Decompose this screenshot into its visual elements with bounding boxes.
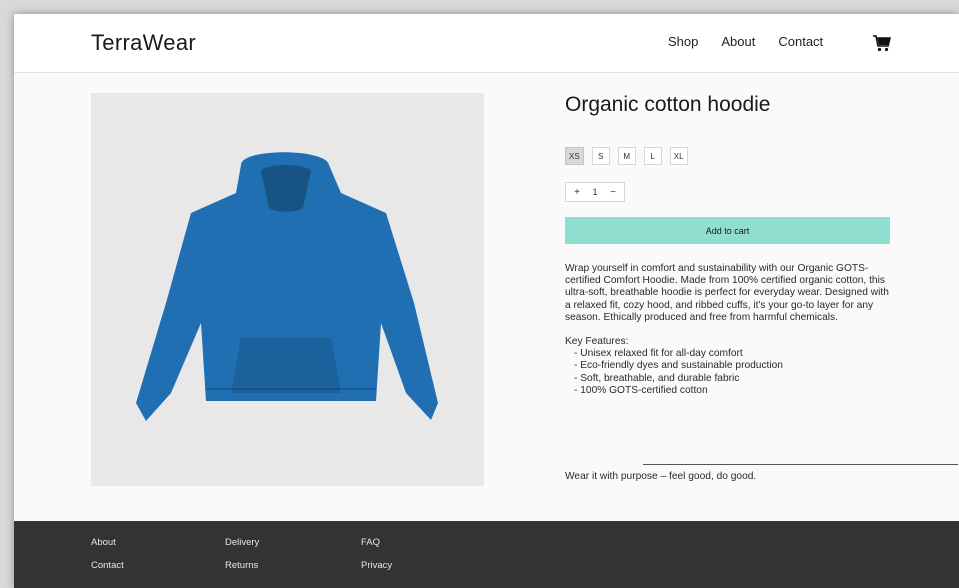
quantity-value[interactable]: 1 (588, 183, 602, 201)
product-tagline: Wear it with purpose – feel good, do goo… (565, 471, 757, 482)
site-logo[interactable]: TerraWear (91, 30, 196, 56)
product-section: Organic cotton hoodie XS S M L XL + 1 − … (14, 73, 959, 521)
description-text: Wrap yourself in comfort and sustainabil… (565, 263, 889, 323)
quantity-increment-button[interactable]: + (566, 183, 588, 201)
feature-item: Eco-friendly dyes and sustainable produc… (574, 360, 895, 372)
browser-page: TerraWear Shop About Contact Organic cot… (14, 14, 959, 588)
size-selector: XS S M L XL (565, 147, 696, 165)
divider-line (643, 464, 958, 465)
footer-link-faq[interactable]: FAQ (361, 537, 380, 548)
nav-contact[interactable]: Contact (778, 34, 823, 49)
features-list: Unisex relaxed fit for all-day comfort E… (565, 348, 895, 397)
size-option-s[interactable]: S (591, 147, 610, 165)
quantity-stepper: + 1 − (565, 182, 625, 202)
shopping-cart-icon[interactable] (873, 34, 891, 52)
product-title: Organic cotton hoodie (565, 93, 771, 116)
quantity-decrement-button[interactable]: − (602, 183, 624, 201)
product-description: Wrap yourself in comfort and sustainabil… (565, 263, 895, 397)
nav-about[interactable]: About (721, 34, 755, 49)
size-option-xl[interactable]: XL (669, 147, 688, 165)
feature-item: Unisex relaxed fit for all-day comfort (574, 348, 895, 360)
site-header: TerraWear Shop About Contact (14, 14, 959, 73)
footer-link-returns[interactable]: Returns (225, 560, 258, 571)
footer-link-contact[interactable]: Contact (91, 560, 124, 571)
main-nav: Shop About Contact (668, 34, 846, 49)
size-option-l[interactable]: L (643, 147, 662, 165)
nav-shop[interactable]: Shop (668, 34, 698, 49)
footer-link-privacy[interactable]: Privacy (361, 560, 392, 571)
site-footer: About Contact Delivery Returns FAQ Priva… (14, 521, 959, 588)
feature-item: Soft, breathable, and durable fabric (574, 373, 895, 385)
footer-link-about[interactable]: About (91, 537, 116, 548)
footer-link-delivery[interactable]: Delivery (225, 537, 259, 548)
add-to-cart-button[interactable]: Add to cart (565, 217, 890, 244)
product-image (91, 93, 484, 486)
hoodie-image (136, 152, 438, 421)
size-option-xs[interactable]: XS (565, 147, 584, 165)
size-option-m[interactable]: M (617, 147, 636, 165)
features-heading: Key Features: (565, 336, 629, 348)
feature-item: 100% GOTS-certified cotton (574, 385, 895, 397)
